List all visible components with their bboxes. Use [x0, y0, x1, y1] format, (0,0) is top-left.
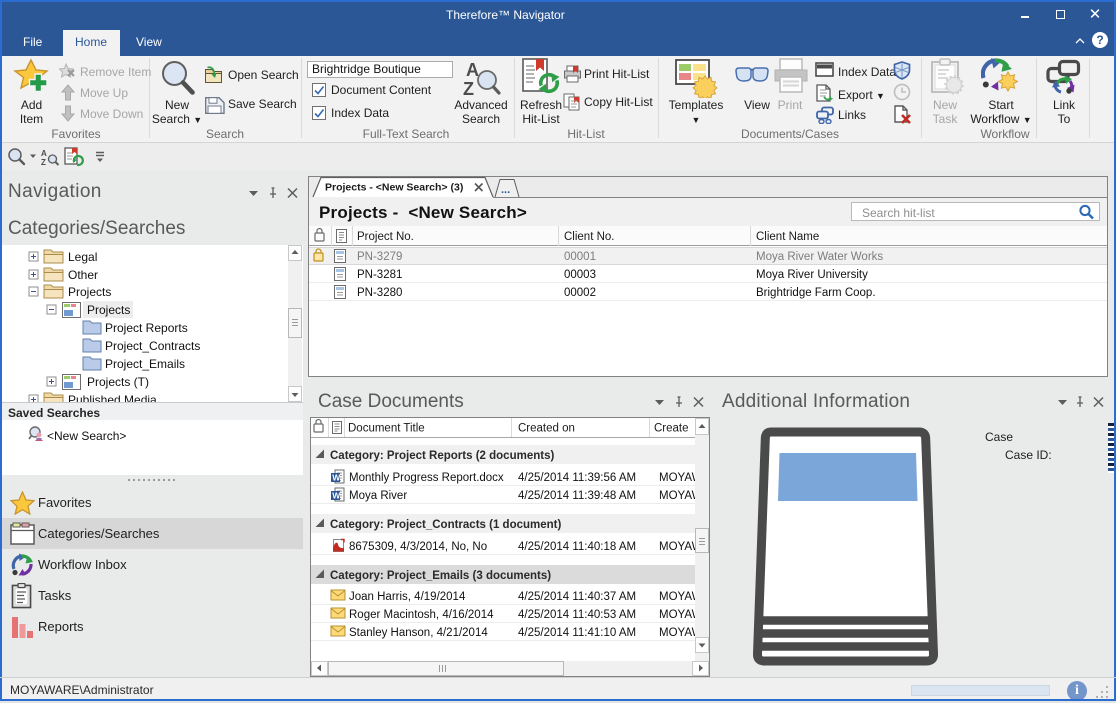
svg-text:Z: Z [463, 79, 474, 98]
svg-text:4/25/2014 11:40:53 AM: 4/25/2014 11:40:53 AM [518, 609, 636, 621]
svg-text:Client Name: Client Name [756, 231, 819, 243]
svg-text:Published Media: Published Media [68, 393, 157, 402]
svg-text:...: ... [501, 184, 510, 196]
svg-text:Roger Macintosh, 4/16/2014: Roger Macintosh, 4/16/2014 [349, 609, 494, 621]
svg-text:Other: Other [68, 268, 98, 282]
svg-text:00002: 00002 [564, 287, 596, 299]
svg-text:Projects: Projects [87, 303, 130, 317]
svg-text:Z: Z [41, 158, 46, 166]
svg-text:A: A [466, 60, 479, 80]
svg-text:Category: Project Reports (2 d: Category: Project Reports (2 documents) [330, 450, 554, 462]
svg-text:Project No.: Project No. [357, 231, 414, 243]
svg-text:Document Title: Document Title [348, 423, 425, 435]
svg-text:A: A [41, 149, 47, 158]
svg-text:Brightridge Farm Coop.: Brightridge Farm Coop. [756, 287, 876, 299]
svg-text:Legal: Legal [68, 250, 97, 264]
svg-text:8675309, 4/3/2014, No, No: 8675309, 4/3/2014, No, No [349, 541, 487, 553]
svg-text:Joan Harris, 4/19/2014: Joan Harris, 4/19/2014 [349, 591, 466, 603]
svg-text:Project_Contracts: Project_Contracts [105, 339, 200, 353]
svg-text:Create: Create [654, 423, 689, 435]
svg-text:4/25/2014 11:41:10 AM: 4/25/2014 11:41:10 AM [518, 627, 636, 639]
svg-text:4/25/2014 11:40:18 AM: 4/25/2014 11:40:18 AM [518, 541, 636, 553]
svg-text:4/25/2014 11:39:48 AM: 4/25/2014 11:39:48 AM [518, 490, 636, 502]
svg-text:Moya River University: Moya River University [756, 269, 868, 281]
svg-text:4/25/2014 11:39:56 AM: 4/25/2014 11:39:56 AM [518, 472, 636, 484]
svg-text:Moya River Water Works: Moya River Water Works [756, 251, 883, 263]
svg-text:Monthly Progress Report.docx: Monthly Progress Report.docx [349, 472, 504, 484]
svg-text:W: W [332, 473, 341, 483]
svg-text:Projects - <New Search> (3): Projects - <New Search> (3) [325, 182, 463, 194]
svg-text:Category: Project_Emails (3 do: Category: Project_Emails (3 documents) [330, 570, 551, 582]
svg-text:00003: 00003 [564, 269, 596, 281]
svg-text:Project_Emails: Project_Emails [105, 357, 185, 371]
svg-text:W: W [332, 491, 341, 501]
svg-text:Client No.: Client No. [564, 231, 615, 243]
svg-text:00001: 00001 [564, 251, 596, 263]
svg-text:PN-3281: PN-3281 [357, 269, 402, 281]
svg-text:Moya River: Moya River [349, 490, 407, 502]
svg-text:Stanley Hanson, 4/21/2014: Stanley Hanson, 4/21/2014 [349, 627, 488, 639]
svg-text:Created on: Created on [518, 423, 575, 435]
svg-text:Project Reports: Project Reports [105, 321, 188, 335]
svg-text:4/25/2014 11:40:37 AM: 4/25/2014 11:40:37 AM [518, 591, 636, 603]
svg-text:Projects (T): Projects (T) [87, 375, 149, 389]
svg-text:PN-3279: PN-3279 [357, 251, 402, 263]
svg-text:PN-3280: PN-3280 [357, 287, 402, 299]
svg-text:Category: Project_Contracts (1: Category: Project_Contracts (1 document) [330, 519, 561, 531]
svg-text:Projects: Projects [68, 285, 111, 299]
